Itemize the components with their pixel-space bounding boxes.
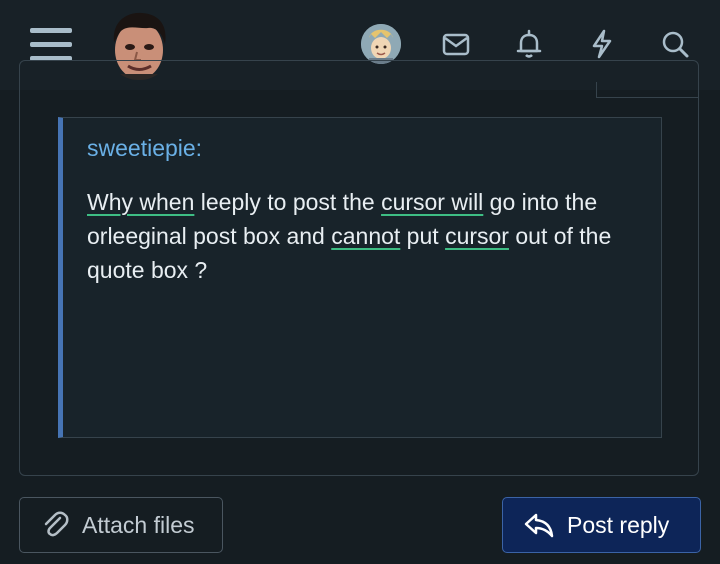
reply-arrow-icon	[524, 513, 554, 538]
user-avatar[interactable]	[361, 24, 401, 64]
menu-icon[interactable]	[30, 28, 72, 62]
bell-icon[interactable]	[513, 28, 545, 60]
post-reply-button[interactable]: Post reply	[502, 497, 701, 553]
inbox-icon[interactable]	[440, 28, 472, 60]
editor-toolbar-tab	[596, 82, 699, 98]
attach-files-button[interactable]: Attach files	[19, 497, 223, 553]
quote-author[interactable]: sweetiepie:	[87, 135, 202, 162]
quote-text-segment: leeply to post the	[194, 189, 382, 215]
paperclip-icon	[44, 511, 69, 537]
post-reply-label: Post reply	[567, 511, 670, 538]
quote-block[interactable]: sweetiepie: Why when leeply to post the …	[58, 117, 662, 438]
attach-files-label: Attach files	[82, 511, 195, 538]
spellcheck-flagged-word: cannot	[331, 223, 401, 249]
quote-text: Why when leeply to post the cursor will …	[87, 185, 647, 287]
search-icon[interactable]	[659, 28, 691, 60]
spellcheck-flagged-word: cursor will	[381, 189, 484, 215]
spellcheck-flagged-word: cursor	[445, 223, 509, 249]
lightning-icon[interactable]	[586, 28, 618, 60]
spellcheck-flagged-word: Why when	[87, 189, 195, 215]
quote-text-segment: put	[400, 223, 446, 249]
